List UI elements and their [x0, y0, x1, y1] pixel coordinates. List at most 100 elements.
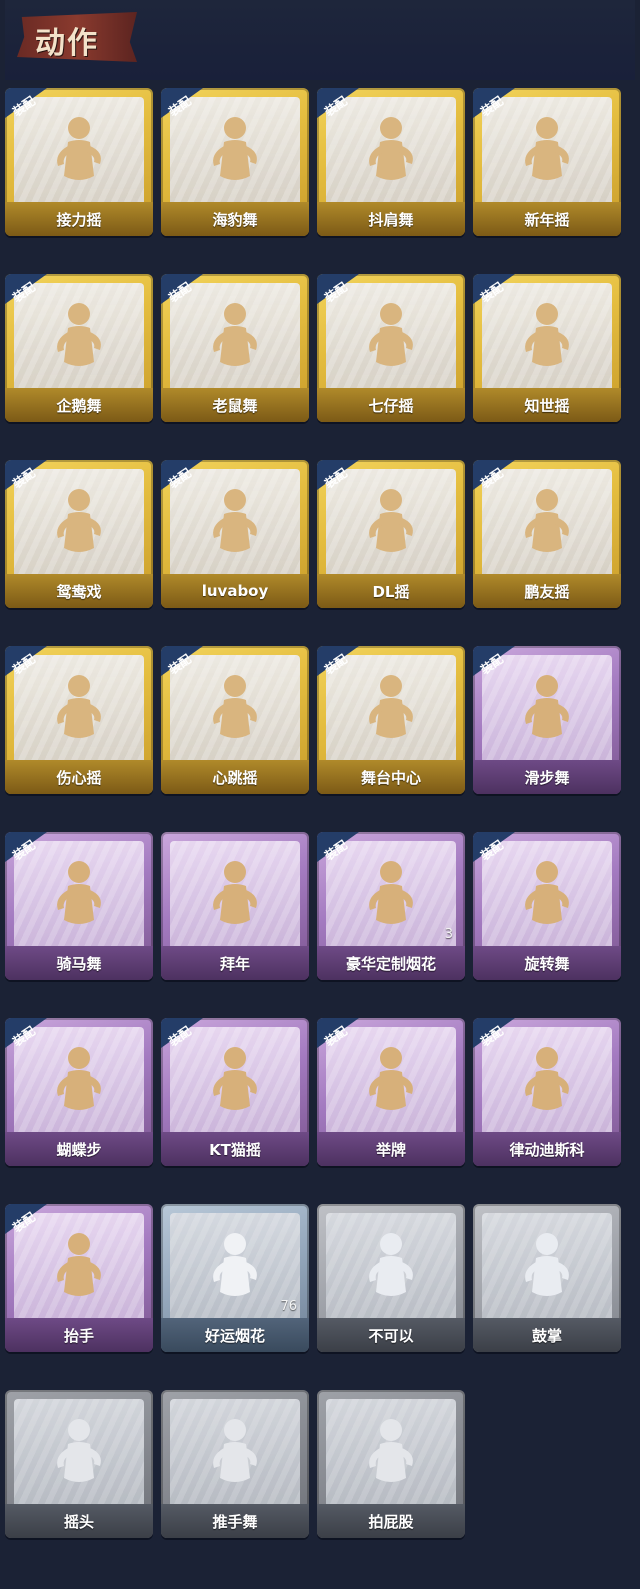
action-card[interactable]: 装配 骑马舞 [5, 832, 153, 980]
action-name: 舞台中心 [360, 768, 421, 787]
action-card[interactable]: 装配 舞台中心 [317, 646, 465, 794]
action-card[interactable]: 摇头 [5, 1390, 153, 1538]
action-name: DL摇 [372, 582, 410, 601]
dance-figure-icon [46, 300, 112, 380]
action-card[interactable]: 装配 3 豪华定制烟花 [317, 832, 465, 980]
card-label-bar: 摇头 [5, 1504, 153, 1538]
action-card[interactable]: 装配 老鼠舞 [161, 274, 309, 422]
card-label-bar: 抖肩舞 [317, 202, 465, 236]
action-card[interactable]: 装配 抬手 [5, 1204, 153, 1352]
card-label-bar: KT猫摇 [161, 1132, 309, 1166]
dance-figure-icon [202, 300, 268, 380]
card-label-bar: 七仔摇 [317, 388, 465, 422]
action-card[interactable]: 鼓掌 [473, 1204, 621, 1352]
dance-figure-icon [46, 114, 112, 194]
action-name: 推手舞 [212, 1512, 258, 1531]
action-name: 鸳鸯戏 [56, 582, 102, 601]
action-card[interactable]: 装配 旋转舞 [473, 832, 621, 980]
action-card[interactable]: 装配 鸳鸯戏 [5, 460, 153, 608]
action-card[interactable]: 装配 心跳摇 [161, 646, 309, 794]
action-card[interactable]: 装配 luvaboy [161, 460, 309, 608]
dance-figure-icon [202, 114, 268, 194]
dance-figure-icon [202, 672, 268, 752]
action-card[interactable]: 装配 律动迪斯科 [473, 1018, 621, 1166]
action-name: 心跳摇 [212, 768, 258, 787]
action-name: 旋转舞 [524, 954, 570, 973]
card-label-bar: 舞台中心 [317, 760, 465, 794]
card-label-bar: 老鼠舞 [161, 388, 309, 422]
action-card[interactable]: 拍屁股 [317, 1390, 465, 1538]
action-name: 摇头 [63, 1512, 94, 1531]
action-name: 滑步舞 [524, 768, 570, 787]
action-name: 抖肩舞 [368, 210, 414, 229]
dance-figure-icon [358, 486, 424, 566]
dance-figure-icon [46, 1416, 112, 1496]
action-card[interactable]: 装配 七仔摇 [317, 274, 465, 422]
action-name: 蝴蝶步 [56, 1140, 102, 1159]
dance-figure-icon [514, 114, 580, 194]
action-name: 拜年 [219, 954, 250, 973]
action-card[interactable]: 装配 滑步舞 [473, 646, 621, 794]
action-name: 伤心摇 [56, 768, 102, 787]
action-card[interactable]: 装配 举牌 [317, 1018, 465, 1166]
action-card[interactable]: 装配 新年摇 [473, 88, 621, 236]
action-name: 鹏友摇 [524, 582, 570, 601]
card-label-bar: 接力摇 [5, 202, 153, 236]
card-label-bar: 海豹舞 [161, 202, 309, 236]
card-label-bar: 企鹅舞 [5, 388, 153, 422]
action-card[interactable]: 装配 接力摇 [5, 88, 153, 236]
card-label-bar: luvaboy [161, 574, 309, 608]
dance-figure-icon [202, 858, 268, 938]
action-name: 举牌 [375, 1140, 406, 1159]
dance-figure-icon [46, 672, 112, 752]
action-name: 企鹅舞 [56, 396, 102, 415]
card-label-bar: 好运烟花 [161, 1318, 309, 1352]
card-label-bar: 推手舞 [161, 1504, 309, 1538]
action-name: 律动迪斯科 [509, 1140, 585, 1159]
action-card[interactable]: 不可以 [317, 1204, 465, 1352]
action-name: 知世摇 [524, 396, 570, 415]
card-label-bar: 豪华定制烟花 [317, 946, 465, 980]
dance-figure-icon [358, 300, 424, 380]
action-card[interactable]: 装配 知世摇 [473, 274, 621, 422]
dance-figure-icon [514, 1230, 580, 1310]
card-label-bar: 鸳鸯戏 [5, 574, 153, 608]
dance-figure-icon [358, 1230, 424, 1310]
dance-figure-icon [202, 1230, 268, 1310]
card-label-bar: 滑步舞 [473, 760, 621, 794]
card-label-bar: 抬手 [5, 1318, 153, 1352]
dance-figure-icon [358, 1044, 424, 1124]
dance-figure-icon [202, 486, 268, 566]
action-card[interactable]: 装配 DL摇 [317, 460, 465, 608]
action-card[interactable]: 装配 蝴蝶步 [5, 1018, 153, 1166]
card-label-bar: 旋转舞 [473, 946, 621, 980]
action-name: 豪华定制烟花 [345, 954, 436, 973]
action-card[interactable]: 76 好运烟花 [161, 1204, 309, 1352]
action-card[interactable]: 推手舞 [161, 1390, 309, 1538]
dance-figure-icon [514, 300, 580, 380]
action-name: 好运烟花 [204, 1326, 265, 1345]
dance-figure-icon [514, 486, 580, 566]
action-card[interactable]: 拜年 [161, 832, 309, 980]
card-label-bar: 骑马舞 [5, 946, 153, 980]
action-card[interactable]: 装配 海豹舞 [161, 88, 309, 236]
card-label-bar: 律动迪斯科 [473, 1132, 621, 1166]
action-card[interactable]: 装配 KT猫摇 [161, 1018, 309, 1166]
card-label-bar: 举牌 [317, 1132, 465, 1166]
action-card[interactable]: 装配 抖肩舞 [317, 88, 465, 236]
card-label-bar: 不可以 [317, 1318, 465, 1352]
action-name: luvaboy [201, 582, 269, 600]
quantity-count: 76 [280, 1299, 297, 1314]
card-label-bar: 蝴蝶步 [5, 1132, 153, 1166]
card-label-bar: 鹏友摇 [473, 574, 621, 608]
dance-figure-icon [358, 672, 424, 752]
action-card[interactable]: 装配 伤心摇 [5, 646, 153, 794]
action-card[interactable]: 装配 企鹅舞 [5, 274, 153, 422]
action-name: 七仔摇 [368, 396, 414, 415]
action-card[interactable]: 装配 鹏友摇 [473, 460, 621, 608]
dance-figure-icon [202, 1044, 268, 1124]
dance-figure-icon [202, 1416, 268, 1496]
action-name: 拍屁股 [368, 1512, 414, 1531]
card-label-bar: 知世摇 [473, 388, 621, 422]
action-name: 不可以 [368, 1326, 414, 1345]
